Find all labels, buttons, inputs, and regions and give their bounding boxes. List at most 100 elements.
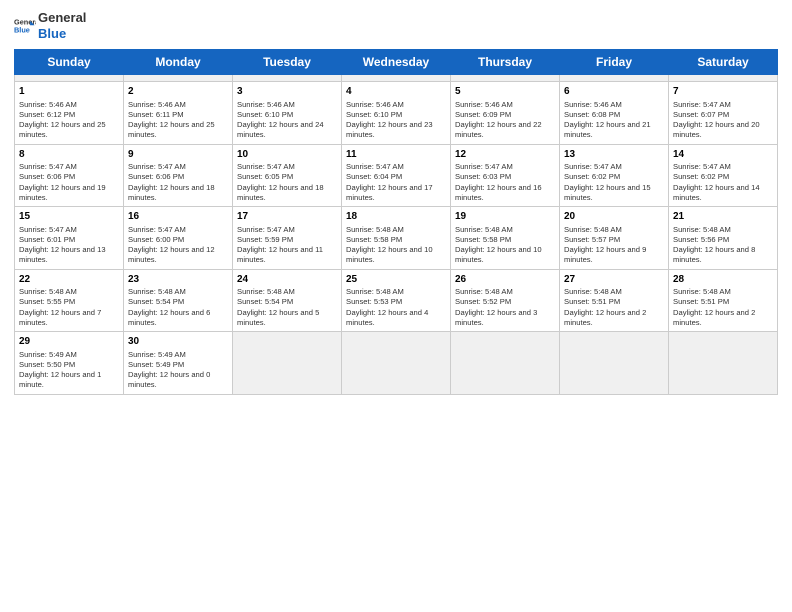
day-number: 6 xyxy=(564,85,664,99)
day-number: 13 xyxy=(564,148,664,162)
cell-info: Sunset: 6:11 PM xyxy=(128,110,228,120)
day-number: 26 xyxy=(455,273,555,287)
day-cell-27: 27Sunrise: 5:48 AMSunset: 5:51 PMDayligh… xyxy=(560,269,669,332)
cell-info: Daylight: 12 hours and 16 minutes. xyxy=(455,183,555,204)
empty-cell xyxy=(15,75,124,82)
day-number: 3 xyxy=(237,85,337,99)
day-number: 15 xyxy=(19,210,119,224)
day-number: 11 xyxy=(346,148,446,162)
cell-info: Sunset: 6:12 PM xyxy=(19,110,119,120)
svg-text:Blue: Blue xyxy=(14,25,30,34)
cell-info: Sunset: 5:58 PM xyxy=(455,235,555,245)
cell-info: Sunset: 5:49 PM xyxy=(128,360,228,370)
logo-general: General xyxy=(38,10,86,26)
cell-info: Daylight: 12 hours and 22 minutes. xyxy=(455,120,555,141)
cell-info: Sunrise: 5:48 AM xyxy=(128,287,228,297)
empty-cell xyxy=(233,332,342,395)
week-row-3: 15Sunrise: 5:47 AMSunset: 6:01 PMDayligh… xyxy=(15,207,778,270)
day-header-monday: Monday xyxy=(124,50,233,75)
day-number: 24 xyxy=(237,273,337,287)
empty-cell xyxy=(560,332,669,395)
cell-info: Sunset: 6:09 PM xyxy=(455,110,555,120)
day-number: 29 xyxy=(19,335,119,349)
cell-info: Sunrise: 5:47 AM xyxy=(237,225,337,235)
empty-cell xyxy=(669,75,778,82)
day-cell-3: 3Sunrise: 5:46 AMSunset: 6:10 PMDaylight… xyxy=(233,82,342,145)
day-number: 5 xyxy=(455,85,555,99)
cell-info: Sunrise: 5:49 AM xyxy=(19,350,119,360)
cell-info: Sunset: 6:05 PM xyxy=(237,172,337,182)
day-number: 7 xyxy=(673,85,773,99)
cell-info: Daylight: 12 hours and 15 minutes. xyxy=(564,183,664,204)
cell-info: Sunset: 6:04 PM xyxy=(346,172,446,182)
day-header-friday: Friday xyxy=(560,50,669,75)
cell-info: Sunset: 5:59 PM xyxy=(237,235,337,245)
cell-info: Sunrise: 5:48 AM xyxy=(673,287,773,297)
cell-info: Daylight: 12 hours and 7 minutes. xyxy=(19,308,119,329)
day-number: 12 xyxy=(455,148,555,162)
cell-info: Sunset: 5:54 PM xyxy=(237,297,337,307)
day-cell-22: 22Sunrise: 5:48 AMSunset: 5:55 PMDayligh… xyxy=(15,269,124,332)
cell-info: Daylight: 12 hours and 13 minutes. xyxy=(19,245,119,266)
cell-info: Sunset: 5:52 PM xyxy=(455,297,555,307)
cell-info: Sunset: 5:53 PM xyxy=(346,297,446,307)
cell-info: Sunset: 5:51 PM xyxy=(673,297,773,307)
day-cell-20: 20Sunrise: 5:48 AMSunset: 5:57 PMDayligh… xyxy=(560,207,669,270)
day-cell-25: 25Sunrise: 5:48 AMSunset: 5:53 PMDayligh… xyxy=(342,269,451,332)
cell-info: Daylight: 12 hours and 12 minutes. xyxy=(128,245,228,266)
day-number: 2 xyxy=(128,85,228,99)
empty-cell xyxy=(233,75,342,82)
cell-info: Sunset: 5:51 PM xyxy=(564,297,664,307)
cell-info: Daylight: 12 hours and 9 minutes. xyxy=(564,245,664,266)
cell-info: Sunrise: 5:46 AM xyxy=(19,100,119,110)
cell-info: Daylight: 12 hours and 8 minutes. xyxy=(673,245,773,266)
week-row-0 xyxy=(15,75,778,82)
cell-info: Daylight: 12 hours and 19 minutes. xyxy=(19,183,119,204)
cell-info: Sunrise: 5:48 AM xyxy=(673,225,773,235)
day-header-tuesday: Tuesday xyxy=(233,50,342,75)
logo-blue: Blue xyxy=(38,26,86,42)
cell-info: Sunset: 6:02 PM xyxy=(673,172,773,182)
cell-info: Sunrise: 5:48 AM xyxy=(19,287,119,297)
cell-info: Sunrise: 5:47 AM xyxy=(673,162,773,172)
empty-cell xyxy=(124,75,233,82)
week-row-4: 22Sunrise: 5:48 AMSunset: 5:55 PMDayligh… xyxy=(15,269,778,332)
empty-cell xyxy=(669,332,778,395)
day-cell-12: 12Sunrise: 5:47 AMSunset: 6:03 PMDayligh… xyxy=(451,144,560,207)
day-number: 9 xyxy=(128,148,228,162)
empty-cell xyxy=(451,332,560,395)
empty-cell xyxy=(342,332,451,395)
day-cell-30: 30Sunrise: 5:49 AMSunset: 5:49 PMDayligh… xyxy=(124,332,233,395)
day-cell-29: 29Sunrise: 5:49 AMSunset: 5:50 PMDayligh… xyxy=(15,332,124,395)
cell-info: Sunrise: 5:47 AM xyxy=(455,162,555,172)
day-cell-23: 23Sunrise: 5:48 AMSunset: 5:54 PMDayligh… xyxy=(124,269,233,332)
day-cell-10: 10Sunrise: 5:47 AMSunset: 6:05 PMDayligh… xyxy=(233,144,342,207)
day-cell-1: 1Sunrise: 5:46 AMSunset: 6:12 PMDaylight… xyxy=(15,82,124,145)
cell-info: Sunset: 5:50 PM xyxy=(19,360,119,370)
day-header-saturday: Saturday xyxy=(669,50,778,75)
cell-info: Sunrise: 5:46 AM xyxy=(455,100,555,110)
day-cell-4: 4Sunrise: 5:46 AMSunset: 6:10 PMDaylight… xyxy=(342,82,451,145)
empty-cell xyxy=(560,75,669,82)
cell-info: Sunrise: 5:47 AM xyxy=(19,225,119,235)
cell-info: Daylight: 12 hours and 6 minutes. xyxy=(128,308,228,329)
day-header-sunday: Sunday xyxy=(15,50,124,75)
day-number: 14 xyxy=(673,148,773,162)
cell-info: Sunset: 6:01 PM xyxy=(19,235,119,245)
day-number: 19 xyxy=(455,210,555,224)
cell-info: Sunset: 6:07 PM xyxy=(673,110,773,120)
cell-info: Sunset: 6:08 PM xyxy=(564,110,664,120)
cell-info: Sunset: 6:03 PM xyxy=(455,172,555,182)
day-number: 1 xyxy=(19,85,119,99)
cell-info: Sunrise: 5:46 AM xyxy=(564,100,664,110)
day-cell-17: 17Sunrise: 5:47 AMSunset: 5:59 PMDayligh… xyxy=(233,207,342,270)
day-number: 18 xyxy=(346,210,446,224)
day-number: 25 xyxy=(346,273,446,287)
week-row-2: 8Sunrise: 5:47 AMSunset: 6:06 PMDaylight… xyxy=(15,144,778,207)
days-header-row: SundayMondayTuesdayWednesdayThursdayFrid… xyxy=(15,50,778,75)
cell-info: Sunrise: 5:47 AM xyxy=(673,100,773,110)
cell-info: Sunrise: 5:47 AM xyxy=(237,162,337,172)
cell-info: Daylight: 12 hours and 18 minutes. xyxy=(128,183,228,204)
cell-info: Sunrise: 5:46 AM xyxy=(128,100,228,110)
cell-info: Sunset: 6:00 PM xyxy=(128,235,228,245)
